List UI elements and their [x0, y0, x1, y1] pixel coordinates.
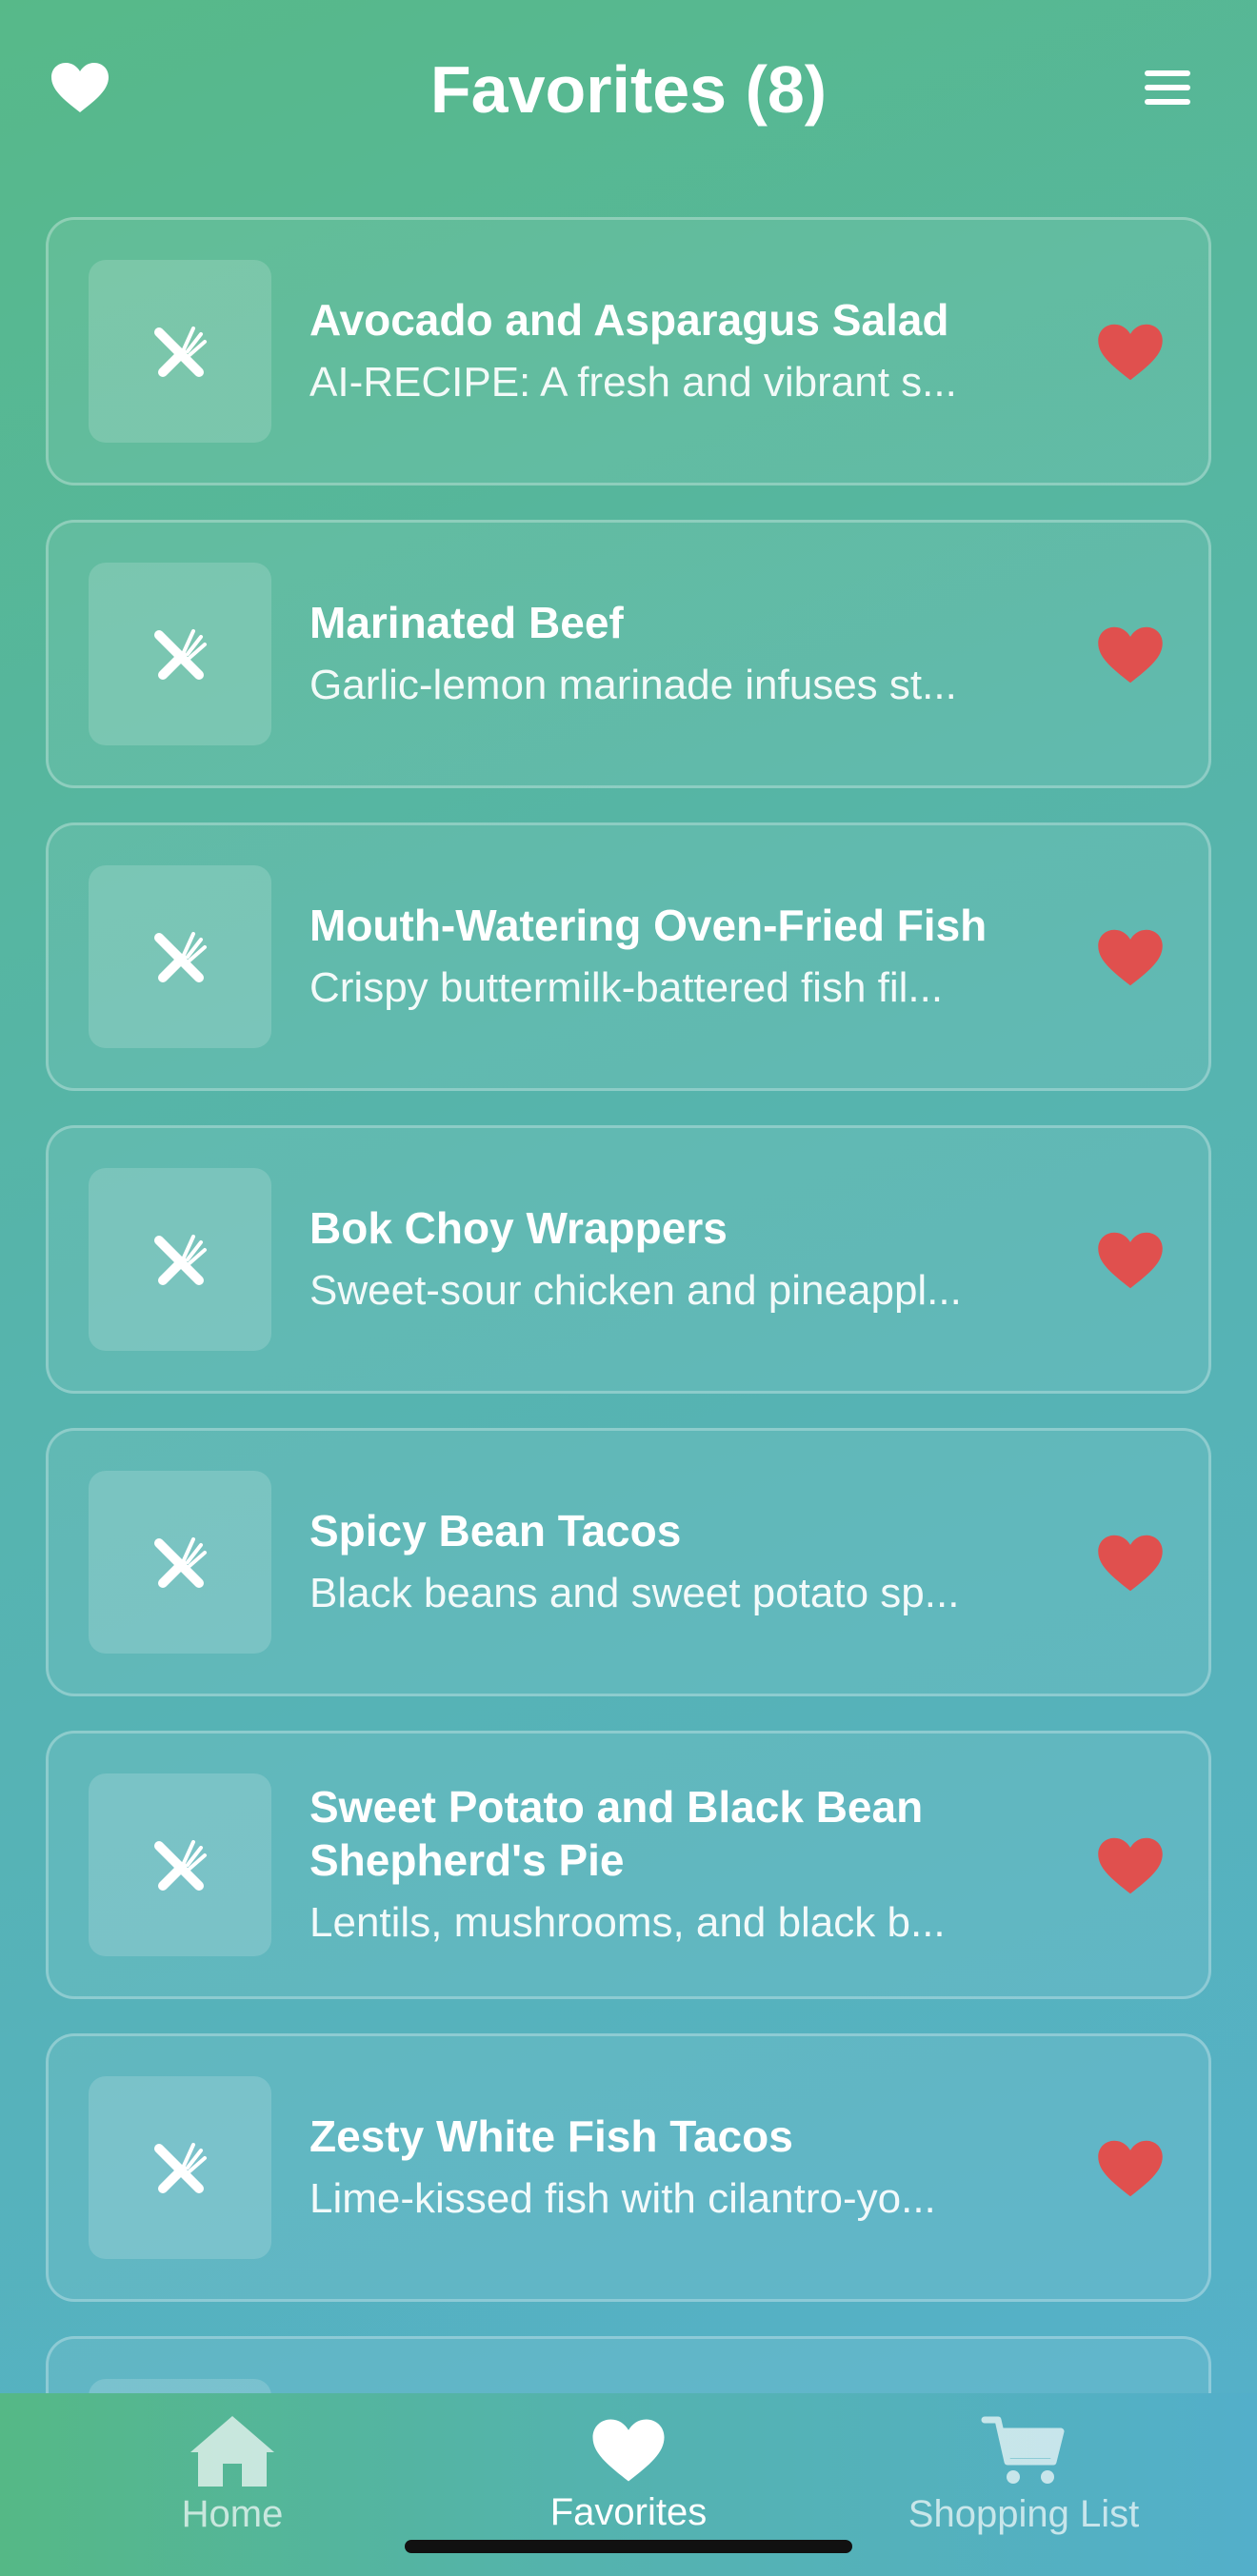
recipe-thumbnail [89, 865, 271, 1048]
cart-icon [981, 2416, 1065, 2484]
utensils-icon [154, 2143, 207, 2193]
heart-icon [592, 2419, 665, 2482]
utensils-icon [154, 1840, 207, 1891]
favorite-toggle-button[interactable] [1096, 624, 1165, 686]
recipe-description: Sweet-sour chicken and pineappl... [309, 1267, 962, 1314]
heart-icon [1098, 2140, 1163, 2197]
favorite-toggle-button[interactable] [1096, 926, 1165, 989]
recipe-title: Zesty White Fish Tacos [309, 2111, 793, 2161]
favorite-toggle-button[interactable] [1096, 2137, 1165, 2200]
page-title: Favorites (8) [429, 52, 828, 127]
recipe-description: AI-RECIPE: A fresh and vibrant s... [309, 359, 957, 406]
recipe-thumbnail [89, 1168, 271, 1351]
recipe-thumbnail [89, 260, 271, 443]
recipe-description: Black beans and sweet potato sp... [309, 1570, 960, 1616]
recipe-card[interactable]: Spicy Bean Tacos Black beans and sweet p… [46, 1428, 1211, 1696]
recipe-thumbnail [89, 1471, 271, 1654]
favorite-toggle-button[interactable] [1096, 321, 1165, 384]
recipe-description: Crispy buttermilk-battered fish fil... [309, 964, 944, 1011]
recipe-thumbnail [89, 2379, 271, 2393]
tab-label: Shopping List [908, 2493, 1140, 2535]
tab-shopping-list[interactable]: Shopping List [876, 2412, 1171, 2555]
recipe-thumbnail [89, 1773, 271, 1956]
recipe-card[interactable]: Mouth-Watering Oven-Fried Fish Crispy bu… [46, 822, 1211, 1091]
recipe-description: Lime-kissed fish with cilantro-yo... [309, 2175, 936, 2222]
recipe-card[interactable] [46, 2336, 1211, 2393]
heart-icon [1098, 929, 1163, 986]
menu-icon [1145, 70, 1190, 76]
tab-label: Home [181, 2493, 284, 2535]
heart-icon [1098, 626, 1163, 684]
menu-button[interactable] [1139, 65, 1196, 110]
recipe-card[interactable]: Bok Choy Wrappers Sweet-sour chicken and… [46, 1125, 1211, 1394]
tab-favorites[interactable]: Favorites [533, 2412, 724, 2555]
heart-icon [1098, 324, 1163, 381]
heart-icon [1098, 1535, 1163, 1592]
home-icon [190, 2416, 274, 2487]
recipe-card[interactable]: Marinated Beef Garlic-lemon marinade inf… [46, 520, 1211, 788]
recipe-description: Garlic-lemon marinade infuses st... [309, 662, 957, 708]
recipe-title: Mouth-Watering Oven-Fried Fish [309, 901, 988, 950]
recipe-title: Avocado and Asparagus Salad [309, 295, 949, 345]
recipe-description: Lentils, mushrooms, and black b... [309, 1899, 946, 1946]
utensils-icon [154, 1235, 207, 1285]
utensils-icon [154, 629, 207, 680]
top-bar: Favorites (8) [0, 0, 1257, 181]
utensils-icon [154, 1537, 207, 1588]
utensils-icon [154, 327, 207, 377]
favorite-toggle-button[interactable] [1096, 1532, 1165, 1595]
recipe-title: Bok Choy Wrappers [309, 1203, 728, 1253]
heart-icon [1098, 1837, 1163, 1894]
recipe-thumbnail [89, 563, 271, 745]
recipe-title: Marinated Beef [309, 598, 624, 647]
favorite-toggle-button[interactable] [1096, 1229, 1165, 1292]
recipe-title: Sweet Potato and Black Bean Shepherd's P… [309, 1782, 924, 1885]
tab-home[interactable]: Home [137, 2412, 328, 2555]
favorites-list[interactable]: Avocado and Asparagus Salad AI-RECIPE: A… [46, 217, 1211, 2393]
recipe-card[interactable]: Zesty White Fish Tacos Lime-kissed fish … [46, 2033, 1211, 2302]
tab-label: Favorites [549, 2491, 708, 2533]
heart-icon [1098, 1232, 1163, 1289]
recipe-title: Spicy Bean Tacos [309, 1506, 682, 1556]
utensils-icon [154, 932, 207, 982]
favorite-toggle-button[interactable] [1096, 1834, 1165, 1897]
recipe-thumbnail [89, 2076, 271, 2259]
home-indicator [405, 2540, 852, 2553]
recipe-card[interactable]: Avocado and Asparagus Salad AI-RECIPE: A… [46, 217, 1211, 485]
recipe-card[interactable]: Sweet Potato and Black Bean Shepherd's P… [46, 1731, 1211, 1999]
